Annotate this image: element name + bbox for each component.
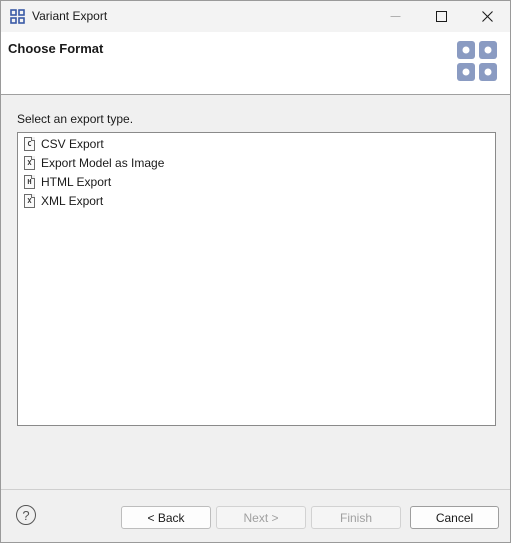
minimize-button[interactable] (372, 1, 418, 32)
list-item-xml-export[interactable]: X XML Export (24, 192, 103, 210)
export-type-list[interactable]: C CSV Export X Export Model as Image H H… (17, 132, 496, 426)
cancel-button[interactable]: Cancel (410, 506, 499, 529)
xml-file-icon: X (24, 194, 35, 208)
app-grid-icon (10, 9, 25, 24)
page-title: Choose Format (8, 41, 104, 56)
export-type-prompt: Select an export type. (17, 112, 134, 126)
wizard-banner-grid-icon (457, 41, 497, 81)
dialog-window: Variant Export Choose Format Select an e… (0, 0, 511, 543)
html-file-icon: H (24, 175, 35, 189)
help-icon[interactable]: ? (16, 505, 36, 525)
minimize-icon (390, 16, 400, 17)
next-button[interactable]: Next > (216, 506, 306, 529)
back-button[interactable]: < Back (121, 506, 211, 529)
footer-divider (1, 489, 510, 490)
list-item-label: XML Export (41, 194, 104, 208)
list-item-label: CSV Export (41, 137, 104, 151)
window-title: Variant Export (32, 9, 108, 23)
list-item-html-export[interactable]: H HTML Export (24, 173, 111, 191)
close-icon (481, 11, 493, 22)
csv-file-icon: C (24, 137, 35, 151)
maximize-icon (435, 11, 447, 22)
list-item-export-model-image[interactable]: X Export Model as Image (24, 154, 164, 172)
wizard-banner: Choose Format (1, 32, 510, 95)
list-item-label: HTML Export (41, 175, 112, 189)
list-item-csv-export[interactable]: C CSV Export (24, 135, 104, 153)
image-export-file-icon: X (24, 156, 35, 170)
maximize-button[interactable] (418, 1, 464, 32)
close-button[interactable] (464, 1, 510, 32)
list-item-label: Export Model as Image (41, 156, 165, 170)
title-bar: Variant Export (1, 1, 510, 32)
finish-button[interactable]: Finish (311, 506, 401, 529)
